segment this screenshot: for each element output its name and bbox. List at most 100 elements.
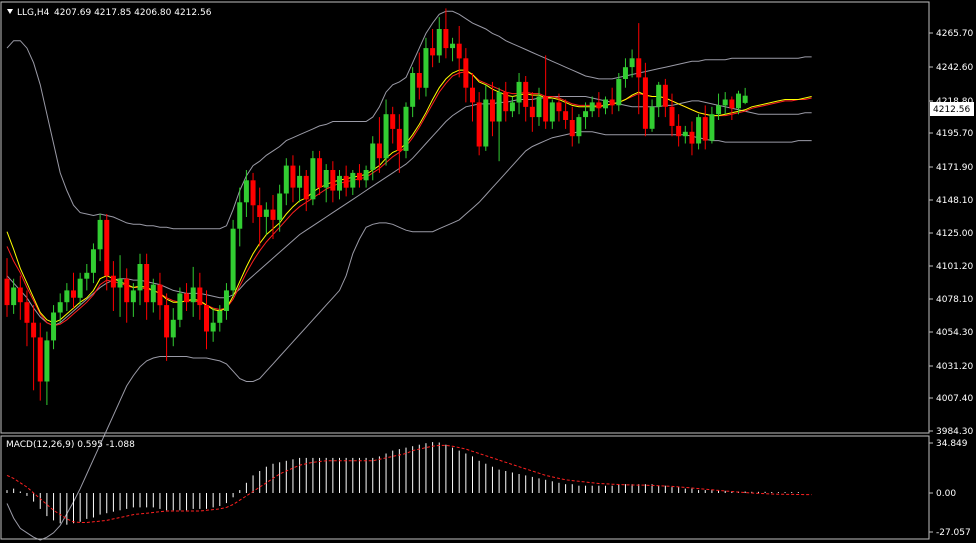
price-tick-label: 3984.30 — [936, 427, 973, 437]
price-tick-label: 4195.70 — [936, 129, 973, 139]
candle-body — [223, 290, 229, 311]
candle-body — [636, 58, 642, 78]
candle-body — [84, 272, 90, 279]
candle-body — [217, 311, 223, 323]
candle-body — [90, 249, 96, 273]
candle-body — [350, 172, 356, 188]
candle-body — [164, 305, 170, 338]
candle-body — [649, 106, 655, 129]
candle-body — [57, 302, 63, 313]
chart-root: 4265.704242.604218.804195.704171.904148.… — [0, 0, 976, 543]
candle-body — [603, 99, 608, 109]
candle-body — [376, 143, 382, 159]
candle-body — [470, 87, 475, 103]
candle-body — [4, 278, 10, 306]
candle-body — [124, 278, 130, 303]
macd-tick-label: 0.00 — [936, 489, 956, 499]
candle-body — [662, 84, 668, 107]
candle-body — [569, 120, 575, 137]
candle-body — [170, 319, 176, 338]
candle-body — [44, 340, 50, 382]
candle-body — [190, 287, 196, 303]
candle-body — [97, 219, 103, 250]
candle-body — [656, 84, 662, 107]
price-tick-label: 4125.00 — [936, 229, 973, 239]
candle-body — [243, 180, 249, 203]
candle-body — [204, 305, 209, 332]
candle-body — [370, 143, 376, 170]
candle-body — [682, 131, 688, 137]
candle-body — [237, 202, 243, 229]
candle-body — [702, 117, 708, 141]
candle-body — [11, 287, 17, 306]
candle-body — [150, 284, 156, 303]
candle-body — [297, 175, 303, 188]
candle-body — [596, 102, 602, 109]
candle-body — [556, 102, 562, 112]
candle-body — [144, 264, 150, 303]
candle-body — [742, 95, 748, 103]
candle-body — [403, 106, 409, 151]
macd-tick-label: 34.849 — [936, 439, 968, 449]
candle-body — [390, 114, 396, 129]
candle-body — [642, 77, 648, 129]
candle-body — [543, 96, 549, 122]
candle-body — [676, 125, 682, 137]
price-tick-label: 4171.90 — [936, 163, 973, 173]
candle-body — [430, 48, 436, 56]
candle-body — [696, 117, 702, 144]
candle-body — [523, 81, 529, 107]
candle-body — [230, 228, 236, 291]
price-tick-label: 4054.30 — [936, 328, 973, 338]
candle-body — [529, 106, 535, 118]
candle-body — [177, 293, 183, 320]
price-tick-label: 4148.10 — [936, 196, 973, 206]
candle-body — [456, 43, 462, 59]
candle-body — [317, 158, 323, 188]
candle-body — [423, 48, 429, 88]
candle-body — [589, 102, 595, 112]
candle-body — [509, 102, 515, 112]
candle-body — [729, 99, 735, 109]
candle-body — [363, 170, 369, 181]
candle-body — [616, 78, 622, 106]
last-price-label: 4212.56 — [930, 102, 974, 116]
candle-body — [629, 58, 635, 68]
candle-body — [330, 170, 336, 191]
candle-body — [277, 193, 283, 220]
macd-tick-label: -27.057 — [936, 528, 971, 538]
candle-body — [77, 278, 83, 298]
symbol-timeframe: LLG,H4 — [17, 8, 50, 18]
candle-body — [64, 290, 70, 303]
candle — [230, 219, 236, 297]
price-tick-label: 4078.10 — [936, 295, 973, 305]
candle-body — [37, 337, 43, 382]
ohlc-values: 4207.69 4217.85 4206.80 4212.56 — [54, 8, 212, 18]
candle-body — [104, 219, 110, 276]
candle-body — [450, 43, 456, 49]
candle-body — [263, 209, 269, 217]
candle-body — [576, 117, 582, 137]
price-tick-label: 4101.20 — [936, 262, 973, 272]
candle-body — [410, 73, 416, 107]
macd-label: MACD(12,26,9) 0.595 -1.088 — [6, 440, 135, 450]
candle-body — [210, 322, 216, 332]
candle-body — [303, 175, 309, 200]
candle-body — [489, 99, 495, 122]
candle-body — [583, 111, 589, 118]
candle-body — [383, 114, 389, 159]
candle-body — [722, 99, 728, 106]
candle — [403, 102, 409, 159]
candle-body — [323, 170, 329, 188]
price-tick-label: 4007.40 — [936, 394, 973, 404]
candle-body — [536, 96, 542, 118]
candle-body — [130, 290, 136, 303]
candle-body — [609, 99, 615, 106]
candle-body — [669, 106, 675, 126]
last-price-text: 4212.56 — [933, 105, 970, 115]
candle-body — [496, 92, 502, 122]
candle-body — [622, 67, 628, 79]
candle-body — [549, 102, 555, 122]
candle-body — [689, 131, 695, 144]
candle-body — [503, 92, 509, 112]
